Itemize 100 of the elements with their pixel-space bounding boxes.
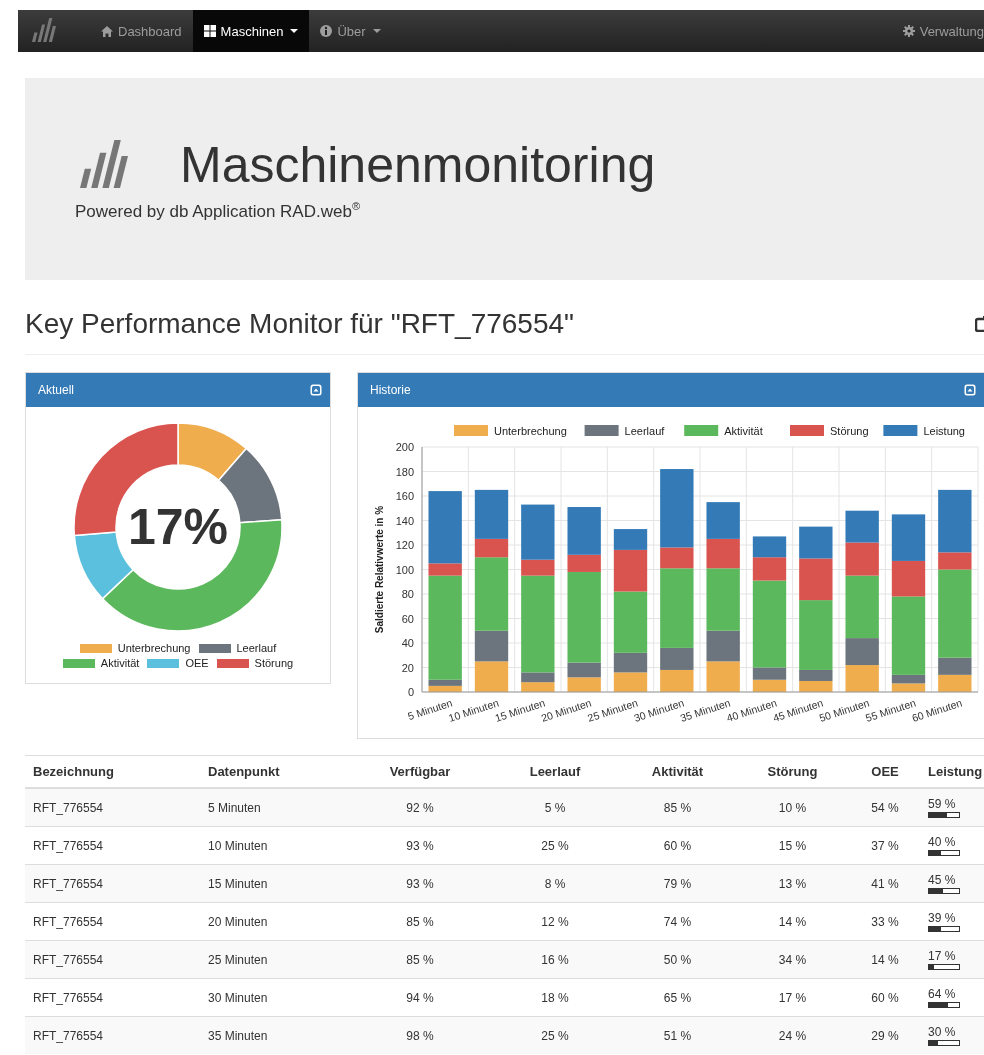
- banner-subtitle: Powered by db Application RAD.web$^{®}$: [75, 200, 361, 222]
- home-icon: [101, 25, 113, 37]
- table-cell: 10 Minuten: [200, 826, 350, 865]
- axis-tick-label: 60: [401, 612, 414, 625]
- grid-icon: [203, 25, 216, 37]
- bar-segment: [521, 682, 555, 692]
- axis-tick-label: 160: [395, 490, 414, 502]
- legend-label: Aktivität: [100, 657, 140, 669]
- legend-label: Leerlauf: [624, 425, 665, 437]
- table-cell: 85 %: [350, 940, 490, 979]
- axis-tick-label: 0: [407, 686, 414, 698]
- table-cell: 17 %: [735, 978, 850, 1017]
- table-cell: 14 %: [735, 902, 850, 941]
- bar-segment: [752, 536, 787, 558]
- table-cell: 10 %: [735, 788, 850, 827]
- table-cell: 85 %: [620, 788, 735, 827]
- table-cell: 50 %: [620, 940, 735, 979]
- bar-segment: [845, 665, 879, 692]
- axis-tick-label: 20: [401, 661, 414, 674]
- table-cell: 15 %: [735, 826, 850, 865]
- table-cell: 33 %: [850, 902, 920, 941]
- table-cell: 98 %: [350, 1016, 490, 1054]
- legend-label: Unterbrechung: [494, 425, 567, 437]
- legend-label: OEE: [185, 657, 209, 669]
- bar-segment: [706, 502, 740, 539]
- table-cell: 85 %: [350, 902, 490, 941]
- table-cell: 74 %: [620, 902, 735, 941]
- legend-label: Störung: [254, 657, 294, 669]
- axis-tick-label: 40: [401, 637, 414, 649]
- table-cell: 18 %: [490, 978, 620, 1017]
- settings-menu[interactable]: Verwaltung: [891, 10, 984, 52]
- axis-tick-label: 200: [395, 441, 414, 453]
- table-cell: RFT_776554: [25, 978, 200, 1017]
- axis-tick-label: 180: [395, 465, 414, 478]
- table-cell: 5 Minuten: [200, 788, 350, 827]
- table-cell: 20 Minuten: [200, 902, 350, 941]
- table-cell: RFT_776554: [25, 826, 200, 865]
- banner-title: Maschinenmonitoring: [180, 136, 656, 194]
- bar-segment: [891, 514, 926, 561]
- table-cell: 17 %: [928, 949, 956, 963]
- table-cell: RFT_776554: [25, 902, 200, 941]
- table-cell: 60 %: [620, 826, 735, 865]
- collapse-icon[interactable]: [310, 384, 322, 396]
- table-cell: 92 %: [350, 788, 490, 827]
- table-cell: 45 %: [928, 873, 956, 887]
- table-cell: 13 %: [735, 864, 850, 903]
- table-cell: 37 %: [850, 826, 920, 865]
- bar-segment: [474, 661, 509, 692]
- table-cell: 34 %: [735, 940, 850, 979]
- legend-label: Unterbrechung: [117, 642, 191, 654]
- table-cell: 5 %: [490, 788, 620, 827]
- table-cell: RFT_776554: [25, 1016, 200, 1054]
- table-cell: 60 %: [850, 978, 920, 1017]
- table-cell: 40 %: [928, 835, 956, 849]
- table-cell: 16 %: [490, 940, 620, 979]
- bar-segment: [613, 672, 648, 692]
- legend-label: Leerlauf: [236, 642, 277, 654]
- legend-label: Aktivität: [724, 425, 763, 437]
- table-cell: RFT_776554: [25, 940, 200, 979]
- table-cell: 41 %: [850, 864, 920, 903]
- bar-segment: [845, 510, 879, 543]
- table-cell: 29 %: [850, 1016, 920, 1054]
- nav-item[interactable]: Über: [309, 10, 392, 52]
- table-cell: 64 %: [928, 987, 956, 1001]
- bar-segment: [706, 661, 740, 692]
- nav-item[interactable]: Maschinen: [192, 10, 310, 52]
- table-cell: 54 %: [850, 788, 920, 827]
- page-title: Key Performance Monitor für "RFT_776554": [25, 308, 574, 340]
- table-cell: 15 Minuten: [200, 864, 350, 903]
- axis-tick-label: 100: [395, 563, 414, 576]
- table-cell: 39 %: [928, 911, 956, 925]
- collapse-icon[interactable]: [964, 384, 976, 396]
- table-cell: 65 %: [620, 978, 735, 1017]
- legend-label: Leistung: [923, 425, 965, 437]
- table-cell: 24 %: [735, 1016, 850, 1054]
- table-cell: 25 Minuten: [200, 940, 350, 979]
- axis-title: Saldierte Relativwerte in %: [374, 505, 385, 634]
- table-cell: 8 %: [490, 864, 620, 903]
- table-cell: RFT_776554: [25, 864, 200, 903]
- info-icon: [320, 25, 333, 37]
- nav-item[interactable]: Dashboard: [90, 10, 193, 52]
- table-cell: RFT_776554: [25, 788, 200, 827]
- table-cell: 30 %: [928, 1025, 956, 1039]
- table-cell: 14 %: [850, 940, 920, 979]
- axis-tick-label: 120: [395, 539, 414, 551]
- axis-tick-label: 80: [401, 588, 414, 600]
- table-cell: 25 %: [490, 1016, 620, 1054]
- bar-segment: [799, 526, 833, 559]
- table-cell: 93 %: [350, 826, 490, 865]
- table-cell: 79 %: [620, 864, 735, 903]
- percentage-value: 17%: [127, 498, 229, 556]
- bar-segment: [891, 683, 926, 692]
- panel-title: Historie: [370, 383, 411, 397]
- table-cell: 94 %: [350, 978, 490, 1017]
- legend-label: Störung: [830, 425, 869, 437]
- table-cell: 51 %: [620, 1016, 735, 1054]
- panel-title: Aktuell: [38, 383, 75, 397]
- settings-icon: [902, 25, 915, 37]
- table-cell: 12 %: [490, 902, 620, 941]
- table-cell: 35 Minuten: [200, 1016, 350, 1054]
